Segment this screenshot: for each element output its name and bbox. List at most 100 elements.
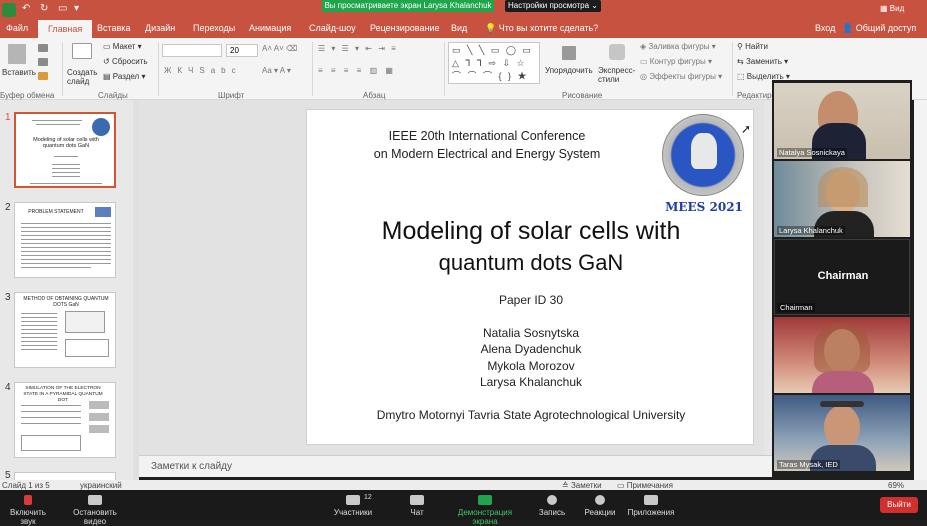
layout-button[interactable]: ▭ Макет ▾ — [103, 42, 142, 51]
slide-thumbnail-2[interactable]: PROBLEM STATEMENT — [14, 202, 116, 278]
slide-thumbnail-5[interactable] — [14, 472, 116, 480]
tab-file[interactable]: Файл — [6, 23, 28, 33]
tell-me-box[interactable]: 💡 Что вы хотите сделать? — [485, 23, 598, 34]
editor-scrollbar[interactable] — [764, 100, 772, 455]
arrange-icon[interactable] — [562, 46, 576, 60]
slide-counter: Слайд 1 из 5 — [2, 481, 50, 490]
view-options-button[interactable]: Настройки просмотра ⌄ — [505, 0, 601, 12]
tab-design[interactable]: Дизайн — [145, 23, 175, 33]
tab-animations[interactable]: Анимация — [249, 23, 291, 33]
language-indicator[interactable]: украинский — [80, 481, 122, 490]
section-button[interactable]: ▤ Раздел ▾ — [103, 72, 145, 81]
format-painter-icon[interactable] — [38, 72, 48, 80]
reset-button[interactable]: ↺ Сбросить — [103, 57, 148, 66]
thumb-image — [95, 207, 111, 217]
copy-icon[interactable] — [38, 58, 48, 66]
video-tile[interactable]: Taras Mysak, IED — [774, 395, 910, 471]
signin-link[interactable]: Вход — [815, 23, 835, 33]
zoom-view-button[interactable]: ▦ Вид — [880, 4, 904, 13]
slide-canvas[interactable]: IEEE 20th International Conference on Mo… — [306, 109, 754, 445]
reactions-button[interactable]: Реакции — [582, 495, 618, 517]
font-color-icon[interactable]: Aa ▾ A ▾ — [262, 66, 291, 75]
shape-outline-button[interactable]: ▭ Контур фигуры ▾ — [640, 57, 712, 66]
notes-pane[interactable]: Заметки к слайду — [139, 455, 772, 477]
align-buttons[interactable]: ≡ ≡ ≡ ≡ ▥ ▦ — [318, 66, 396, 75]
paste-icon[interactable] — [8, 44, 26, 64]
more-icon[interactable]: ▾ — [74, 3, 79, 14]
find-button[interactable]: ⚲ Найти — [737, 42, 768, 51]
conference-line-1: IEEE 20th International Conference — [388, 129, 586, 143]
redo-icon[interactable]: ↻ — [40, 3, 48, 14]
tab-home[interactable]: Главная — [38, 20, 93, 38]
stop-video-button[interactable]: Остановить видео — [62, 495, 128, 526]
thumb-diagram — [65, 311, 105, 333]
slide-thumbnail-3[interactable]: METHOD OF OBTAINING QUANTUM DOTS GaN — [14, 292, 116, 368]
replace-button[interactable]: ⇆ Заменить ▾ — [737, 57, 788, 66]
list-buttons[interactable]: ☰ ▾ ☰ ▾ ⇤ ⇥ ≡ — [318, 44, 398, 53]
tab-view[interactable]: Вид — [451, 23, 467, 33]
lightbulb-icon: 💡 — [485, 23, 497, 33]
tab-transitions[interactable]: Переходы — [193, 23, 235, 33]
share-button[interactable]: 👤 Общий доступ — [842, 23, 916, 34]
cursor-icon: ➚ — [741, 122, 752, 136]
thumb-number: 3 — [5, 292, 11, 303]
notes-toggle[interactable]: ≙ Заметки — [562, 481, 602, 490]
font-size-input[interactable]: 20 — [226, 44, 258, 57]
paste-button[interactable]: Вставить — [2, 68, 36, 77]
participants-count: 12 — [364, 494, 372, 501]
author-name: Natalia Sosnytska — [482, 326, 580, 340]
chat-button[interactable]: Чат — [402, 495, 432, 517]
shape-fill-button[interactable]: ◈ Заливка фигуры ▾ — [640, 42, 716, 51]
tab-review[interactable]: Рецензирование — [370, 23, 440, 33]
shape-effects-button[interactable]: ◎ Эффекты фигуры ▾ — [640, 72, 722, 81]
new-slide-icon[interactable] — [72, 43, 92, 59]
font-name-input[interactable] — [162, 44, 222, 57]
participants-label: Участники — [333, 508, 373, 517]
undo-icon[interactable]: ↶ — [22, 3, 30, 14]
video-tile[interactable]: Chairman Chairman — [774, 239, 910, 315]
tell-me-text: Что вы хотите сделать? — [498, 23, 599, 33]
paragraph-group-label: Абзац — [363, 91, 386, 100]
reactions-icon — [595, 495, 605, 505]
grow-font-icon[interactable]: A˄ A˅ ⌫ — [262, 44, 297, 53]
chat-label: Чат — [410, 508, 424, 517]
slide-title-line-2: quantum dots GaN — [438, 250, 624, 275]
arrange-button[interactable]: Упорядочить — [545, 66, 593, 75]
quick-styles-icon[interactable] — [609, 44, 625, 60]
participant-face — [824, 405, 860, 449]
shape-outline-label: Контур фигуры — [649, 57, 706, 66]
cut-icon[interactable] — [38, 44, 48, 52]
headset-icon — [820, 401, 864, 407]
video-tile[interactable]: Larysa Khalanchuk — [774, 161, 910, 237]
thumb-title: METHOD OF OBTAINING QUANTUM DOTS GaN — [23, 296, 109, 308]
present-icon[interactable]: ▭ — [58, 3, 67, 14]
slide-thumbnail-4[interactable]: SIMULATION OF THE ELECTRON STATE IN A PY… — [14, 382, 116, 458]
font-format-buttons[interactable]: ЖКЧSabc — [164, 66, 242, 75]
section-label: Раздел — [112, 72, 140, 81]
unmute-button[interactable]: Включить звук — [2, 495, 54, 526]
share-screen-button[interactable]: Демонстрация экрана — [446, 495, 524, 526]
video-tile[interactable]: Natalya Sosnickaya — [774, 83, 910, 159]
shapes-gallery[interactable]: ▭ ╲ ╲ ▭ ◯ ▭ △ ⅂ ⅂ ⇨ ⇩ ☆ ⌒ ⌒ ⌒ { } ★ — [448, 42, 540, 84]
editing-group-label: Редактиро — [737, 91, 776, 100]
tab-slideshow[interactable]: Слайд-шоу — [309, 23, 356, 33]
drawing-group-label: Рисование — [562, 91, 603, 100]
replace-label: Заменить — [745, 57, 782, 66]
new-slide-button[interactable]: Создать слайд — [67, 68, 101, 86]
thumb-number: 4 — [5, 382, 11, 393]
tab-insert[interactable]: Вставка — [97, 23, 130, 33]
record-button[interactable]: Запись — [536, 495, 568, 517]
share-banner: Вы просматриваете экран Larysa Khalanchu… — [322, 0, 494, 12]
thumb-number: 2 — [5, 202, 11, 213]
stop-video-label: Остановить видео — [73, 508, 117, 526]
person-icon: 👤 — [842, 23, 854, 33]
video-tile[interactable] — [774, 317, 910, 393]
exit-button[interactable]: Выйти — [880, 497, 918, 513]
apps-button[interactable]: Приложения — [626, 495, 676, 517]
comments-toggle[interactable]: ▭ Примечания — [617, 481, 673, 490]
zoom-level[interactable]: 69% — [888, 481, 904, 490]
slide-thumbnail-1[interactable]: Modeling of solar cells with quantum dot… — [14, 112, 116, 188]
participant-body — [812, 371, 874, 393]
quick-styles-button[interactable]: Экспресс-стили — [598, 66, 638, 84]
comments-label: Примечания — [626, 481, 673, 490]
